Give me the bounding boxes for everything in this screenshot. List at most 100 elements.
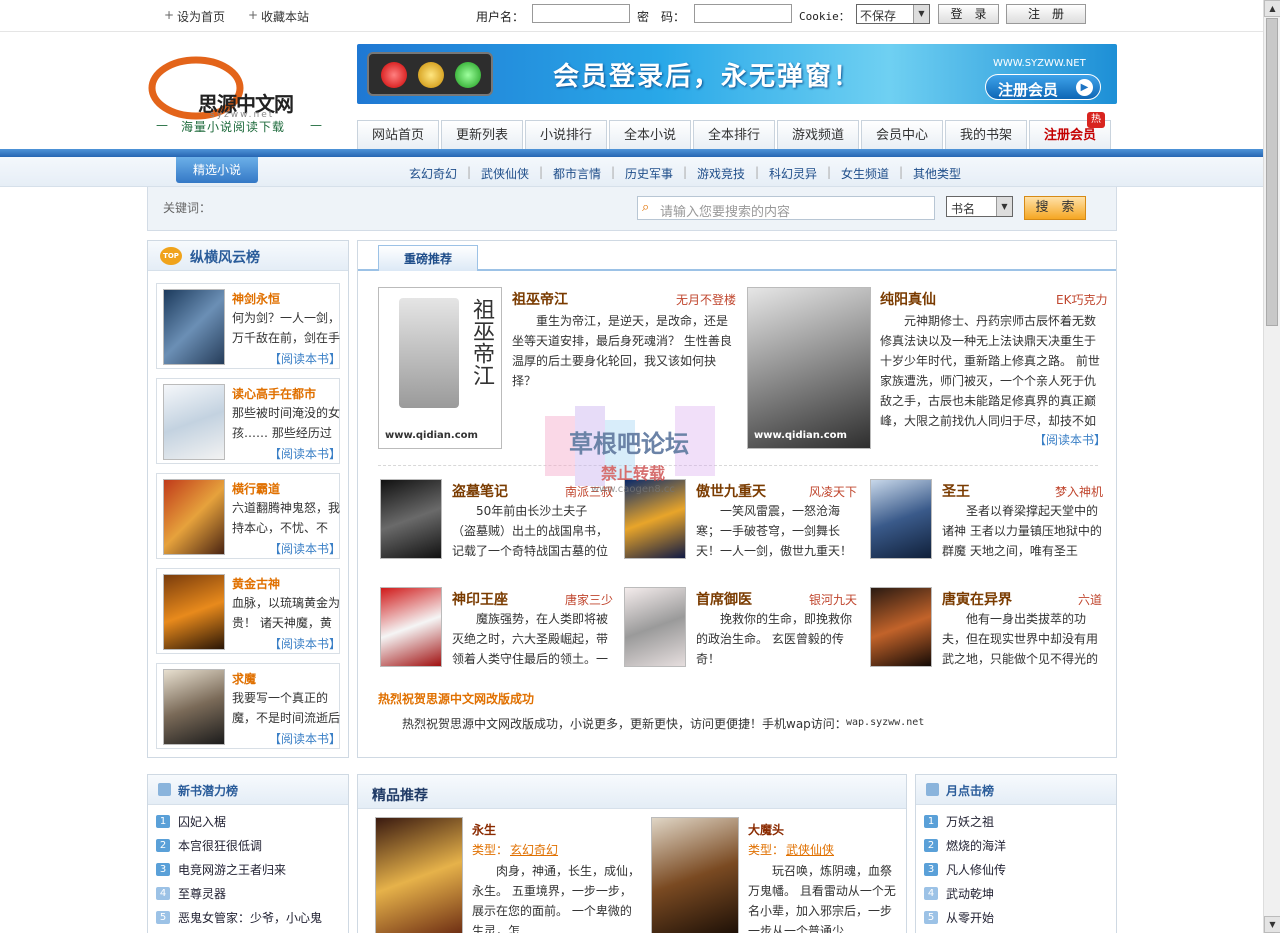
boutique-type-link[interactable]: 玄幻奇幻 [510,841,558,858]
login-button[interactable]: 登 录 [938,4,999,24]
category-wuxia[interactable]: 武侠仙侠 [481,165,529,182]
small-book-title[interactable]: 首席御医 [696,589,752,609]
keyword-label: 关键词： [163,201,212,215]
rank-item-title[interactable]: 读心高手在都市 [232,385,316,402]
book-cover-image[interactable]: www.qidian.com [747,287,871,449]
username-input[interactable] [532,4,630,23]
book-cover-image[interactable] [163,669,225,745]
rank-item-title[interactable]: 横行霸道 [232,480,280,497]
category-dushi[interactable]: 都市言情 [553,165,601,182]
book-cover-image[interactable] [163,479,225,555]
category-lishi[interactable]: 历史军事 [625,165,673,182]
rank-item[interactable]: 黄金古神 血脉，以琉璃黄金为贵！ 诸天神魔，黄 【阅读本书】 [156,568,341,654]
rank-item-title[interactable]: 求魔 [232,670,256,687]
list-item[interactable]: 凡人修仙传 [946,861,1006,878]
list-item[interactable]: 本宫很狂很低调 [178,837,262,854]
small-book-author[interactable]: 银河九天 [809,591,857,608]
category-nvsheng[interactable]: 女生频道 [841,165,889,182]
small-book-author[interactable]: 梦入神机 [1055,483,1103,500]
read-book-link[interactable]: 【阅读本书】 [269,730,341,747]
nav-item-ranking[interactable]: 小说排行 [525,120,607,150]
rank-item[interactable]: 求魔 我要写一个真正的魔，不是时间流逝后世 【阅读本书】 [156,663,341,749]
list-item[interactable]: 从零开始 [946,909,994,926]
search-button[interactable]: 搜 索 [1024,196,1086,220]
small-book-author[interactable]: 风凌天下 [809,483,857,500]
nav-item-member[interactable]: 会员中心 [861,120,943,150]
featured-title[interactable]: 纯阳真仙 [880,289,936,309]
vertical-scrollbar[interactable]: ▲ ▼ [1263,0,1280,933]
nav-item-games[interactable]: 游戏频道 [777,120,859,150]
list-item[interactable]: 武动乾坤 [946,885,994,902]
boutique-book-desc: 肉身，神通，长生，成仙，永生。 五重境界，一步一步，展示在您的面前。 一个卑微的… [472,864,641,933]
small-book-author[interactable]: 六道 [1078,591,1102,608]
book-cover-image[interactable] [375,817,463,933]
read-book-link[interactable]: 【阅读本书】 [269,350,341,367]
rank-item[interactable]: 神剑永恒 何为剑？一人一剑，万千敌在前，剑在手 【阅读本书】 [156,283,341,369]
password-input[interactable] [694,4,792,23]
nav-item-complete[interactable]: 全本小说 [609,120,691,150]
rank-item[interactable]: 横行霸道 六道翻腾神鬼怒，我持本心，不忧、不 【阅读本书】 [156,473,341,559]
book-cover-image[interactable] [163,289,225,365]
list-item[interactable]: 电竞网游之王者归来 [178,861,286,878]
book-cover-image[interactable]: 祖巫帝江 www.qidian.com [378,287,502,449]
search-input[interactable]: ⌕ 请输入您要搜索的内容 [637,196,935,220]
boutique-book-title[interactable]: 永生 [472,821,496,838]
featured-tab[interactable]: 重磅推荐 [378,245,478,271]
small-book-author[interactable]: 唐家三少 [565,591,613,608]
scroll-down-arrow-icon[interactable]: ▼ [1264,916,1280,933]
set-home-link[interactable]: 设为首页 [177,8,225,25]
nav-item-home[interactable]: 网站首页 [357,120,439,150]
book-cover-image[interactable] [870,587,932,667]
category-other[interactable]: 其他类型 [913,165,961,182]
category-xuanhuan[interactable]: 玄幻奇幻 [409,165,457,182]
book-cover-image[interactable] [163,574,225,650]
small-book-title[interactable]: 神印王座 [452,589,508,609]
rank-item[interactable]: 读心高手在都市 那些被时间淹没的女孩…… 那些经历过 【阅读本书】 [156,378,341,464]
boutique-book-title[interactable]: 大魔头 [748,821,784,838]
read-book-link[interactable]: 【阅读本书】 [269,540,341,557]
small-book-title[interactable]: 唐寅在异界 [942,589,1012,609]
small-book-title[interactable]: 盗墓笔记 [452,481,508,501]
bookmark-link[interactable]: 收藏本站 [261,8,309,25]
search-field-select[interactable]: 书名 ▼ [946,196,1013,217]
category-kehuan[interactable]: 科幻灵异 [769,165,817,182]
book-cover-image[interactable] [380,587,442,667]
book-cover-image[interactable] [870,479,932,559]
read-book-link[interactable]: 【阅读本书】 [1034,431,1106,448]
watermark-line2: 禁止转载 [601,464,666,483]
small-book-desc: 他有一身出类拔萃的功夫，但在现实世界中却没有用武之地，只能做个见不得光的杀 [942,612,1099,666]
read-book-link[interactable]: 【阅读本书】 [269,635,341,652]
book-cover-image[interactable] [380,479,442,559]
book-cover-image[interactable] [624,587,686,667]
scroll-up-arrow-icon[interactable]: ▲ [1264,0,1280,17]
nav-item-complete-rank[interactable]: 全本排行 [693,120,775,150]
nav-item-bookshelf[interactable]: 我的书架 [945,120,1027,150]
cookie-select[interactable]: 不保存 ▼ [856,4,930,24]
nav-item-updates[interactable]: 更新列表 [441,120,523,150]
member-banner[interactable]: 会员登录后，永无弹窗！ WWW.SYZWW.NET 注册会员 ▶ [357,44,1117,104]
notice-url[interactable]: wap.syzww.net [846,717,924,728]
site-logo[interactable]: 思源中文网 syzww.net — 海量小说阅读下载 — [148,52,328,134]
banner-register-button[interactable]: 注册会员 ▶ [985,74,1101,100]
book-cover-image[interactable] [651,817,739,933]
rank-item-title[interactable]: 神剑永恒 [232,290,280,307]
list-item[interactable]: 燃烧的海洋 [946,837,1006,854]
featured-author[interactable]: EK巧克力 [1056,291,1107,308]
list-item[interactable]: 恶鬼女管家：少爷，小心鬼 [178,909,322,926]
small-book-title[interactable]: 圣王 [942,481,970,501]
category-youxi[interactable]: 游戏竞技 [697,165,745,182]
notice-title[interactable]: 热烈祝贺思源中文网改版成功 [378,690,534,707]
boutique-type-link[interactable]: 武侠仙侠 [786,841,834,858]
featured-title[interactable]: 祖巫帝江 [512,289,568,309]
scrollbar-thumb[interactable] [1266,18,1278,326]
featured-author[interactable]: 无月不登楼 [676,291,736,308]
list-item[interactable]: 万妖之祖 [946,813,994,830]
list-item[interactable]: 至尊灵器 [178,885,226,902]
register-button[interactable]: 注 册 [1006,4,1086,24]
read-book-link[interactable]: 【阅读本书】 [269,445,341,462]
category-tab[interactable]: 精选小说 [176,157,258,183]
rank-item-title[interactable]: 黄金古神 [232,575,280,592]
list-item[interactable]: 囚妃入椐 [178,813,226,830]
rank-item-desc: 那些被时间淹没的女孩…… 那些经历过 [232,406,340,440]
book-cover-image[interactable] [163,384,225,460]
